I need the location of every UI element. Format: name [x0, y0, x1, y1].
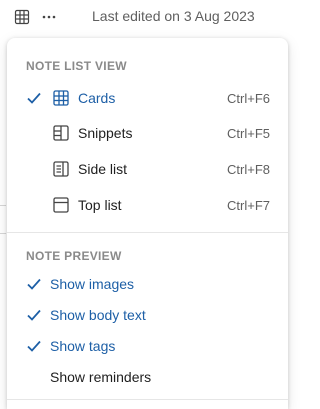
menu-item-snippets[interactable]: Snippets Ctrl+F5	[7, 117, 288, 149]
last-edited-text: Last edited on 3 Aug 2023	[92, 8, 255, 24]
grid-icon[interactable]	[13, 8, 31, 26]
section-header-note-list-view: NOTE LIST VIEW	[26, 59, 127, 73]
side-list-icon	[52, 160, 70, 178]
menu-item-label: Show reminders	[50, 369, 152, 385]
menu-item-show-body-text[interactable]: Show body text	[7, 299, 288, 331]
menu-item-cards[interactable]: Cards Ctrl+F6	[7, 82, 288, 114]
shortcut-text: Ctrl+F7	[227, 198, 270, 213]
menu-item-label: Cards	[78, 90, 116, 106]
menu-item-label: Snippets	[78, 125, 133, 141]
menu-item-label: Show body text	[50, 307, 146, 323]
menu-item-show-tags[interactable]: Show tags	[7, 330, 288, 362]
snippets-icon	[52, 124, 70, 142]
menu-item-show-reminders[interactable]: Show reminders	[7, 361, 288, 393]
shortcut-text: Ctrl+F6	[227, 91, 270, 106]
shortcut-text: Ctrl+F5	[227, 126, 270, 141]
shortcut-text: Ctrl+F8	[227, 162, 270, 177]
menu-item-label: Show images	[50, 276, 135, 292]
section-header-note-preview: NOTE PREVIEW	[26, 249, 122, 263]
menu-item-show-images[interactable]: Show images	[7, 268, 288, 300]
view-options-menu: NOTE LIST VIEW Cards Ctrl+F6 Snippets Ct…	[7, 38, 288, 409]
menu-divider	[7, 232, 288, 233]
cards-icon	[52, 89, 70, 107]
more-horizontal-icon[interactable]	[40, 8, 58, 26]
background-fragment	[0, 233, 6, 234]
checkmark-icon	[25, 306, 43, 324]
menu-item-label: Top list	[78, 197, 122, 213]
menu-item-top-list[interactable]: Top list Ctrl+F7	[7, 189, 288, 221]
note-toolbar: Last edited on 3 Aug 2023	[0, 0, 301, 34]
menu-item-label: Side list	[78, 161, 128, 177]
top-list-icon	[52, 196, 70, 214]
checkmark-icon	[25, 275, 43, 293]
background-fragment	[0, 205, 6, 206]
menu-item-label: Show tags	[50, 338, 116, 354]
checkmark-icon	[25, 89, 43, 107]
checkmark-icon	[25, 337, 43, 355]
menu-divider	[7, 399, 288, 400]
menu-item-side-list[interactable]: Side list Ctrl+F8	[7, 153, 288, 185]
